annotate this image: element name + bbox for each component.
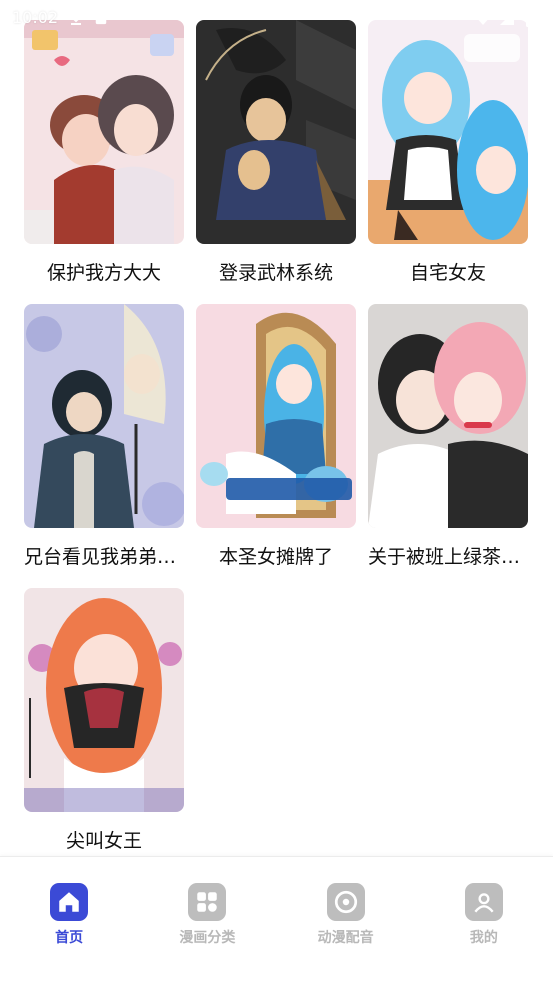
comic-title[interactable]: 尖叫女王	[24, 828, 184, 854]
comic-cover-image[interactable]	[24, 20, 184, 244]
comic-card[interactable]: 兄台看见我弟弟了吗	[24, 304, 184, 570]
sim-card-icon	[94, 10, 110, 25]
battery-icon	[525, 10, 541, 27]
nav-tab-home[interactable]: 首页	[14, 883, 124, 947]
comic-card[interactable]: 本圣女摊牌了	[196, 304, 356, 570]
nav-label[interactable]: 首页	[55, 927, 83, 947]
nav-label[interactable]: 漫画分类	[179, 927, 235, 947]
signal-icon	[499, 10, 515, 25]
disc-icon[interactable]	[326, 883, 365, 921]
comic-title[interactable]: 自宅女友	[368, 260, 528, 286]
comic-card[interactable]: 关于被班上绿茶同学缠上这件事	[368, 304, 528, 570]
nav-tab-dubbing[interactable]: 动漫配音	[291, 883, 401, 947]
comic-cover-image[interactable]	[196, 304, 356, 528]
status-bar: 10:02	[0, 0, 553, 34]
comic-title[interactable]: 兄台看见我弟弟了吗	[24, 544, 184, 570]
home-icon[interactable]	[50, 883, 89, 921]
nav-tab-profile[interactable]: 我的	[429, 883, 539, 947]
comic-grid: 保护我方大大 登录武林系统 自宅女友 兄台看见我弟弟了吗 本圣女摊牌了 关于被班…	[24, 20, 528, 854]
comic-cover-image[interactable]	[368, 304, 528, 528]
category-grid-icon[interactable]	[188, 883, 227, 921]
download-icon	[68, 10, 84, 25]
comic-card[interactable]: 登录武林系统	[196, 20, 356, 286]
comic-title[interactable]: 登录武林系统	[196, 260, 356, 286]
nav-label[interactable]: 动漫配音	[318, 927, 374, 947]
status-time: 10:02	[12, 7, 59, 27]
comic-title[interactable]: 保护我方大大	[24, 260, 184, 286]
comic-cover-image[interactable]	[24, 588, 184, 812]
nav-label[interactable]: 我的	[470, 927, 498, 947]
comic-title[interactable]: 本圣女摊牌了	[196, 544, 356, 570]
comic-card[interactable]: 尖叫女王	[24, 588, 184, 854]
comic-cover-image[interactable]	[24, 304, 184, 528]
profile-icon[interactable]	[464, 883, 503, 921]
app-screen: 10:02 保护我方大大 登录武林系统 自宅女友 兄台看见我弟弟了吗 本圣女摊牌…	[0, 0, 553, 983]
comic-card[interactable]: 自宅女友	[368, 20, 528, 286]
comic-cover-image[interactable]	[368, 20, 528, 244]
comic-cover-image[interactable]	[196, 20, 356, 244]
comic-card[interactable]: 保护我方大大	[24, 20, 184, 286]
comic-title[interactable]: 关于被班上绿茶同学缠上这件事	[368, 544, 528, 570]
wifi-icon	[473, 10, 492, 25]
nav-tab-categories[interactable]: 漫画分类	[152, 883, 262, 947]
bottom-nav-bar: 首页 漫画分类 动漫配音 我的	[0, 856, 553, 983]
